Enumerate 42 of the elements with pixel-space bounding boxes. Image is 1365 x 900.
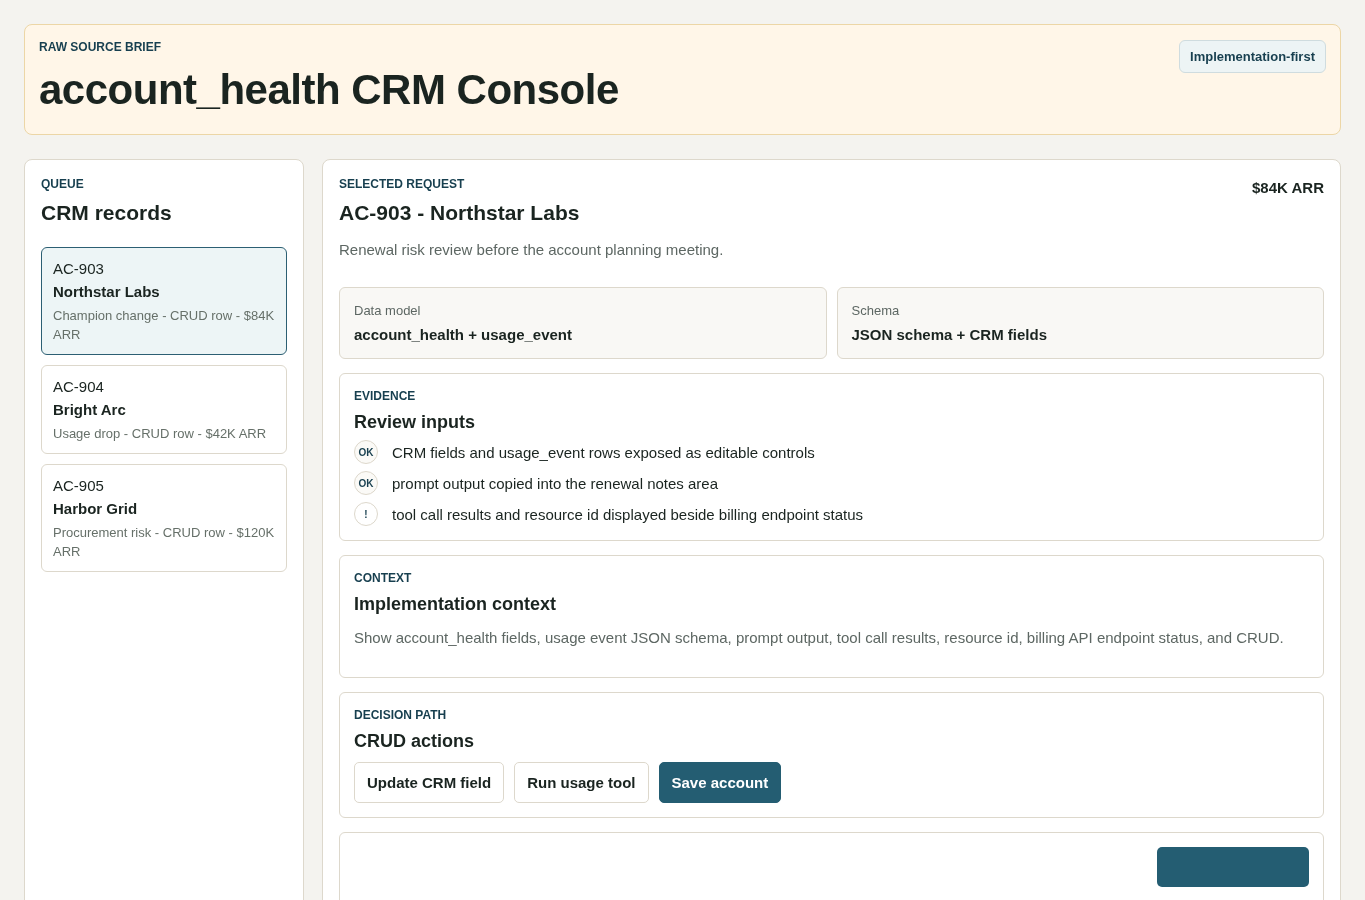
- fact-label: Schema: [851, 303, 901, 318]
- section-label: RAW SOURCE BRIEF: [39, 40, 162, 54]
- fact-value: account_health + usage_event: [354, 326, 573, 343]
- record-name: Bright Arc: [53, 401, 127, 418]
- card-title: Implementation context: [354, 594, 558, 615]
- page-title: account_health CRM Console: [39, 66, 619, 114]
- section-label: SELECTED REQUEST: [339, 177, 466, 191]
- section-label: CONTEXT: [354, 571, 413, 585]
- record-meta: Usage drop - CRUD row - $42K ARR: [53, 425, 268, 443]
- mode-badge: Implementation-first: [1179, 40, 1326, 73]
- evidence-text: tool call results and resource id displayed beside billing endpoint status: [392, 505, 864, 523]
- status-badge: !: [354, 502, 378, 526]
- record-meta: Champion change - CRUD row - $84K ARR: [53, 307, 275, 344]
- record-meta: Procurement risk - CRUD row - $120K ARR: [53, 524, 275, 561]
- fact-value: JSON schema + CRM fields: [851, 326, 1048, 343]
- record-card[interactable]: AC-904 Bright Arc Usage drop - CRUD row - $42K ARR: [41, 365, 287, 454]
- section-label: QUEUE: [41, 177, 85, 191]
- request-title: AC-903 - Northstar Labs: [339, 201, 580, 225]
- record-card[interactable]: AC-905 Harbor Grid Procurement risk - CRUD row - $120K ARR: [41, 464, 287, 572]
- evidence-text: prompt output copied into the renewal notes area: [392, 474, 719, 492]
- section-label: EVIDENCE: [354, 389, 417, 403]
- record-id: AC-905: [53, 477, 105, 494]
- action-button[interactable]: Update CRM field: [354, 762, 505, 803]
- record-id: AC-903: [53, 260, 105, 277]
- section-label: DECISION PATH: [354, 708, 448, 722]
- record-name: Northstar Labs: [53, 283, 161, 300]
- arr-value: $84K ARR: [1252, 179, 1324, 196]
- status-badge: OK: [354, 440, 378, 464]
- status-badge: OK: [354, 471, 378, 495]
- evidence-text: CRM fields and usage_event rows exposed as editable controls: [392, 443, 815, 461]
- action-button[interactable]: Save account: [658, 762, 782, 803]
- context-text: Show account_health fields, usage event JSON schema, prompt output, tool call results, resource id, billing API endpoint status, and CRUD.: [354, 628, 1285, 648]
- panel-title: CRM records: [41, 201, 173, 225]
- card-title: CRUD actions: [354, 731, 475, 752]
- handoff-button[interactable]: [1157, 847, 1309, 887]
- fact-label: Data model: [354, 303, 422, 318]
- card-title: Review inputs: [354, 412, 477, 433]
- action-button[interactable]: Run usage tool: [514, 762, 649, 803]
- record-id: AC-904: [53, 378, 105, 395]
- record-name: Harbor Grid: [53, 500, 139, 517]
- record-card[interactable]: AC-903 Northstar Labs Champion change - CRUD row - $84K ARR: [41, 247, 287, 355]
- request-summary: Renewal risk review before the account planning meeting.: [339, 241, 725, 258]
